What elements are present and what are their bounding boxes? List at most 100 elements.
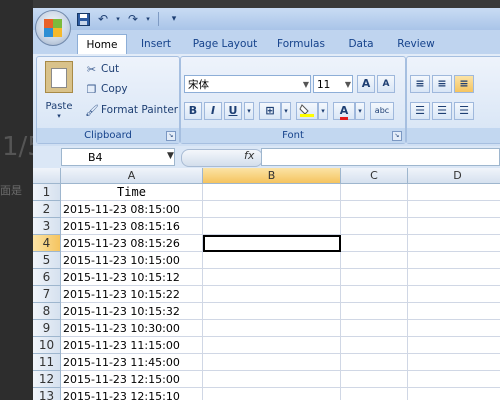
cell-d13[interactable] [408,388,500,400]
cell-a7[interactable]: 2015-11-23 10:15:22 [61,286,203,303]
row-header-10[interactable]: 10 [33,337,61,354]
italic-button[interactable]: I [204,102,222,120]
customize-icon[interactable]: ▾ [166,11,182,27]
tab-home[interactable]: Home [77,34,127,55]
cell-d8[interactable] [408,303,500,320]
column-header-a[interactable]: A [61,168,203,184]
borders-dropdown-icon[interactable]: ▾ [281,102,291,120]
align-center-button[interactable]: ☰ [432,102,452,120]
save-icon[interactable] [75,11,91,27]
cell-a5[interactable]: 2015-11-23 10:15:00 [61,252,203,269]
font-name-select[interactable]: 宋体 ▼ [184,75,311,93]
cell-a2[interactable]: 2015-11-23 08:15:00 [61,201,203,218]
cell-d2[interactable] [408,201,500,218]
office-button[interactable] [35,10,71,46]
underline-button[interactable]: U [224,102,242,120]
row-header-9[interactable]: 9 [33,320,61,337]
tab-review[interactable]: Review [391,34,441,54]
cell-d1[interactable] [408,184,500,201]
cell-a6[interactable]: 2015-11-23 10:15:12 [61,269,203,286]
row-header-6[interactable]: 6 [33,269,61,286]
cell-b6[interactable] [203,269,341,286]
clipboard-launcher-icon[interactable]: ↘ [166,131,176,141]
cell-c11[interactable] [341,354,408,371]
column-header-b[interactable]: B [203,168,341,184]
cell-a3[interactable]: 2015-11-23 08:15:16 [61,218,203,235]
font-color-dropdown-icon[interactable]: ▾ [355,102,365,120]
cell-d10[interactable] [408,337,500,354]
copy-button[interactable]: ❐ Copy [85,81,128,97]
row-header-4[interactable]: 4 [33,235,61,252]
cell-a10[interactable]: 2015-11-23 11:15:00 [61,337,203,354]
cell-d6[interactable] [408,269,500,286]
cell-b2[interactable] [203,201,341,218]
borders-button[interactable]: ⊞ [259,102,281,120]
cell-b9[interactable] [203,320,341,337]
format-painter-button[interactable]: 🖌 Format Painter [85,102,178,118]
tab-formulas[interactable]: Formulas [273,34,329,54]
select-all-corner[interactable] [33,168,61,184]
underline-dropdown-icon[interactable]: ▾ [244,102,254,120]
row-header-11[interactable]: 11 [33,354,61,371]
align-left-button[interactable]: ☰ [410,102,430,120]
row-header-3[interactable]: 3 [33,218,61,235]
tab-insert[interactable]: Insert [135,34,177,54]
cell-d11[interactable] [408,354,500,371]
cell-c10[interactable] [341,337,408,354]
cell-a8[interactable]: 2015-11-23 10:15:32 [61,303,203,320]
cell-d5[interactable] [408,252,500,269]
cell-d4[interactable] [408,235,500,252]
cell-a4[interactable]: 2015-11-23 08:15:26 [61,235,203,252]
tab-data[interactable]: Data [341,34,381,54]
column-header-c[interactable]: C [341,168,408,184]
bold-button[interactable]: B [184,102,202,120]
cell-c8[interactable] [341,303,408,320]
column-header-d[interactable]: D [408,168,500,184]
fill-color-button[interactable] [296,102,318,120]
cell-c7[interactable] [341,286,408,303]
cell-b3[interactable] [203,218,341,235]
cell-b5[interactable] [203,252,341,269]
cell-a9[interactable]: 2015-11-23 10:30:00 [61,320,203,337]
align-top-button[interactable]: ≡ [410,75,430,93]
name-box[interactable]: B4 [61,148,175,166]
cell-a1[interactable]: Time [61,184,203,201]
cell-a11[interactable]: 2015-11-23 11:45:00 [61,354,203,371]
paste-dropdown-icon[interactable]: ▾ [41,112,77,120]
cell-a13[interactable]: 2015-11-23 12:15:10 [61,388,203,400]
row-header-7[interactable]: 7 [33,286,61,303]
cell-b13[interactable] [203,388,341,400]
cell-c4[interactable] [341,235,408,252]
font-color-button[interactable]: A [333,102,355,120]
redo-icon[interactable]: ↷ [125,11,141,27]
grow-font-button[interactable]: A [357,75,375,93]
row-header-13[interactable]: 13 [33,388,61,400]
align-middle-button[interactable]: ≡ [432,75,452,93]
row-header-2[interactable]: 2 [33,201,61,218]
cell-d12[interactable] [408,371,500,388]
cell-b11[interactable] [203,354,341,371]
cell-c6[interactable] [341,269,408,286]
name-box-dropdown-icon[interactable]: ▼ [167,151,174,161]
cell-d9[interactable] [408,320,500,337]
cell-c2[interactable] [341,201,408,218]
fill-color-dropdown-icon[interactable]: ▾ [318,102,328,120]
font-size-select[interactable]: 11 ▼ [313,75,353,93]
cell-c9[interactable] [341,320,408,337]
cell-d7[interactable] [408,286,500,303]
cell-b4[interactable] [203,235,341,252]
tab-page-layout[interactable]: Page Layout [189,34,261,54]
cell-d3[interactable] [408,218,500,235]
cell-b12[interactable] [203,371,341,388]
undo-icon[interactable]: ↶ [95,11,111,27]
cell-a12[interactable]: 2015-11-23 12:15:00 [61,371,203,388]
undo-dropdown-icon[interactable]: ▾ [115,11,121,27]
row-header-8[interactable]: 8 [33,303,61,320]
shrink-font-button[interactable]: A [377,75,395,93]
cell-c5[interactable] [341,252,408,269]
formula-input[interactable] [261,148,500,166]
row-header-1[interactable]: 1 [33,184,61,201]
cell-c13[interactable] [341,388,408,400]
cell-b8[interactable] [203,303,341,320]
cell-c3[interactable] [341,218,408,235]
